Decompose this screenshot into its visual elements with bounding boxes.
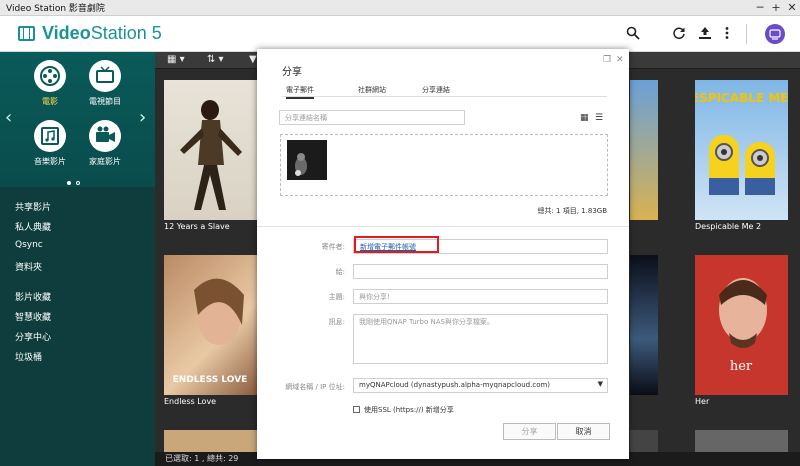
filter-icon[interactable]: ▼ [249,54,257,65]
sidebar-item-smart-collections[interactable]: 智慧收藏 [15,310,51,323]
checkbox-box[interactable] [353,406,360,413]
movie-poster[interactable] [630,430,658,452]
movie-poster[interactable]: ENDLESS LOVE Endless Love [164,255,257,406]
refresh-icon[interactable] [671,26,687,42]
app-header: VideoStation 5 [0,16,800,52]
grid-view-icon[interactable]: ▦ [580,113,589,123]
carousel-next-icon[interactable]: › [139,107,146,128]
domain-select[interactable]: myQNAPcloud (dynastypush.alpha-myqnapclo… [353,378,608,393]
category-movies[interactable]: 電影 [25,60,75,107]
more-options-icon[interactable] [719,26,735,42]
poster-image [630,255,658,395]
restore-window-icon[interactable]: ❐ [603,55,611,65]
carousel-page-dots[interactable] [67,178,85,188]
poster-image [164,80,257,220]
sidebar-item-sharing-center[interactable]: 分享中心 [15,330,51,343]
window-titlebar: Video Station 影音劇院 ─ + ✕ [0,0,800,16]
movie-poster[interactable]: DESPICABLE ME 2 Despicable Me 2 [681,80,800,231]
poster-image: her [695,255,788,395]
dialog-divider [257,226,629,227]
poster-image: DESPICABLE ME 2 [681,80,800,220]
category-music-videos[interactable]: 音樂影片 [25,120,75,167]
movie-poster[interactable] [695,430,788,452]
tv-icon [89,60,121,92]
subject-label: 主題: [328,293,345,301]
search-icon[interactable] [625,26,641,42]
poster-art-title: DESPICABLE ME 2 [695,91,788,105]
film-reel-icon [34,60,66,92]
category-label: 家庭影片 [89,157,121,166]
category-label: 電視節目 [89,97,121,106]
share-dialog: 分享 ❐ ✕ 電子郵件 社群網站 分享連結 分享連結名稱 ▦ ☰ 總共: 1 項… [257,49,629,459]
cancel-button[interactable]: 取消 [557,423,610,440]
share-button[interactable]: 分享 [503,423,556,440]
tab-share-link[interactable]: 分享連結 [422,85,450,95]
user-avatar[interactable] [765,24,785,44]
category-carousel: ‹ › 電影 電視節目 音樂影片 家庭影片 [0,52,155,187]
ssl-checkbox-label: 使用SSL (https://) 新增分享 [364,406,454,414]
movie-poster[interactable]: her Her [695,255,788,406]
sidebar: ‹ › 電影 電視節目 音樂影片 家庭影片 共享影片 私人典藏 Qsync 資料… [0,52,155,466]
movie-poster[interactable] [630,255,658,395]
message-label: 訊息: [328,318,345,326]
poster-art-title: ENDLESS LOVE [173,375,248,385]
chevron-down-icon: ▼ [597,380,603,388]
ssl-checkbox[interactable]: 使用SSL (https://) 新增分享 [353,405,454,415]
poster-title: Despicable Me 2 [695,222,762,231]
highlight-box [354,236,439,253]
music-video-icon [34,120,66,152]
poster-title: Endless Love [164,397,217,406]
minimize-button[interactable]: ─ [752,0,768,16]
sidebar-item-folders[interactable]: 資料夾 [15,260,42,273]
movie-poster[interactable]: 12 Years a Slave [164,80,257,231]
shared-item-thumbnail[interactable] [287,140,327,180]
sidebar-item-video-collections[interactable]: 影片收藏 [15,290,51,303]
upload-icon[interactable] [697,26,713,42]
window-title: Video Station 影音劇院 [6,4,105,14]
shared-items-total: 總共: 1 項目, 1.83GB [537,207,607,215]
share-tabs: 電子郵件 社群網站 分享連結 [282,83,607,99]
sidebar-item-private-collection[interactable]: 私人典藏 [15,220,51,233]
recipient-input[interactable] [353,264,608,279]
camcorder-icon [89,120,121,152]
sender-label: 寄件者: [321,243,345,251]
list-view-icon[interactable]: ☰ [595,113,603,123]
carousel-prev-icon[interactable]: ‹ [5,107,12,128]
maximize-button[interactable]: + [768,0,784,16]
category-tv-shows[interactable]: 電視節目 [80,60,130,107]
tab-email[interactable]: 電子郵件 [286,85,314,99]
sidebar-item-recycle-bin[interactable]: 垃圾桶 [15,350,42,363]
domain-label: 網域名稱 / IP 位址: [285,383,345,391]
tab-social-network[interactable]: 社群網站 [358,85,386,95]
poster-image: ENDLESS LOVE [164,255,257,395]
message-textarea[interactable]: 我剛使用QNAP Turbo NAS與你分享檔案。 [353,314,608,364]
videostation-logo-icon [18,26,35,41]
poster-title: Her [695,397,710,406]
movie-poster[interactable] [164,430,257,452]
poster-art-title: her [730,359,753,374]
shared-items-area [280,134,608,196]
to-label: 給: [335,268,345,276]
movie-poster[interactable] [630,80,658,220]
poster-image [630,80,658,220]
category-label: 音樂影片 [34,157,66,166]
dialog-title: 分享 [282,67,302,78]
link-name-input[interactable]: 分享連結名稱 [279,110,465,125]
sidebar-item-qsync[interactable]: Qsync [15,240,43,250]
poster-title: 12 Years a Slave [164,222,230,231]
category-label: 電影 [42,97,58,106]
app-name: VideoStation 5 [42,23,162,43]
domain-select-value: myQNAPcloud (dynastypush.alpha-myqnapclo… [359,381,551,389]
sort-dropdown[interactable]: ⇅ ▾ [207,54,224,65]
close-window-button[interactable]: ✕ [784,0,800,16]
view-mode-dropdown[interactable]: ▦ ▾ [167,54,185,65]
close-dialog-icon[interactable]: ✕ [616,55,624,65]
sidebar-item-shared-videos[interactable]: 共享影片 [15,200,51,213]
category-home-videos[interactable]: 家庭影片 [80,120,130,167]
subject-input[interactable]: 與你分享! [353,289,608,304]
header-divider [746,24,747,44]
